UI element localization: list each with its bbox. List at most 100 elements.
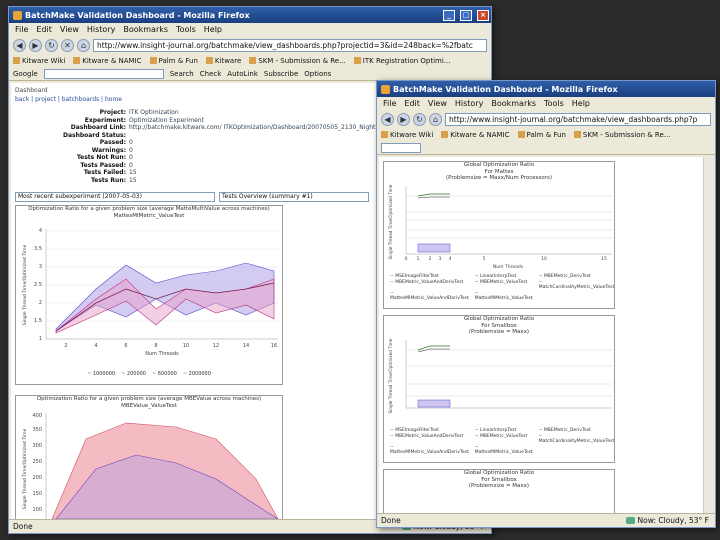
tests-overview-select[interactable]: Tests Overview (summary #1) xyxy=(219,192,369,202)
menu-bookmarks[interactable]: Bookmarks xyxy=(491,99,536,108)
chart-title: Optimization Ratio for a given problem s… xyxy=(28,206,270,212)
bookmark-item[interactable]: SKM - Submission & Re... xyxy=(249,57,346,65)
legend-item: MBEMetric_ValueAndDerivTest xyxy=(390,280,469,290)
menu-edit[interactable]: Edit xyxy=(404,99,420,108)
x-tick: 6 xyxy=(124,343,127,349)
series-line xyxy=(417,193,450,196)
info-value: ITK Optimization xyxy=(129,109,179,116)
menu-view[interactable]: View xyxy=(60,25,79,34)
series-area xyxy=(417,399,451,407)
google-search-input[interactable] xyxy=(381,142,421,153)
home-icon[interactable]: ⌂ xyxy=(429,112,442,126)
home-icon[interactable]: ⌂ xyxy=(77,38,90,52)
weather-status: Now: Cloudy, 53° F xyxy=(626,516,715,525)
info-key: Experiment: xyxy=(84,116,126,124)
stop-icon[interactable]: ✕ xyxy=(61,38,74,52)
bookmark-item[interactable]: SKM - Submission & Re... xyxy=(574,131,671,139)
info-key: Tests Passed: xyxy=(80,161,126,169)
menu-tools[interactable]: Tools xyxy=(176,25,196,34)
y-axis-label: Single Thread Time/Optimized Time xyxy=(22,429,28,510)
x-tick: 15 xyxy=(601,256,607,262)
menu-bar: File Edit View History Bookmarks Tools H… xyxy=(9,23,491,36)
chart-plot: 400 350 300 250 200 150 100 Single Threa… xyxy=(22,413,279,519)
legend-item: MBEMetric_ValueTest xyxy=(475,280,533,290)
x-tick: 2 xyxy=(429,256,432,262)
menu-view[interactable]: View xyxy=(428,99,447,108)
bookmark-item[interactable]: Palm & Fun xyxy=(518,131,566,139)
subscribe-button[interactable]: Subscribe xyxy=(264,70,298,78)
nav-toolbar: ◀ ▶ ↻ ✕ ⌂ http://www.insight-journal.org… xyxy=(9,36,491,54)
title-bar: BatchMake Validation Dashboard - Mozilla… xyxy=(9,7,491,23)
menu-file[interactable]: File xyxy=(15,25,28,34)
back-icon[interactable]: ◀ xyxy=(13,38,26,52)
y-tick: 300 xyxy=(32,443,42,449)
x-tick: 14 xyxy=(243,343,249,349)
address-bar[interactable]: http://www.insight-journal.org/batchmake… xyxy=(445,112,711,126)
chart-global-mattes: Global Optimization Ratio For Mattes (Pr… xyxy=(383,161,615,309)
info-key: Tests Failed: xyxy=(83,169,126,176)
x-tick: 0 xyxy=(405,256,408,262)
y-tick: 1 xyxy=(39,336,42,342)
menu-tools[interactable]: Tools xyxy=(544,99,564,108)
bookmark-item[interactable]: Kitware & NAMIC xyxy=(441,131,509,139)
maximize-button[interactable]: □ xyxy=(460,9,472,21)
bookmark-item[interactable]: ITK Registration Optimi... xyxy=(354,57,451,65)
legend-item: MattesMIMetric_ValueAndDerivTest xyxy=(390,445,469,455)
bookmarks-toolbar: Kitware Wiki Kitware & NAMIC Palm & Fun … xyxy=(9,54,491,67)
reload-icon[interactable]: ↻ xyxy=(413,112,426,126)
info-value: Optimization Experiment xyxy=(129,116,204,124)
x-axis-label: Num Threads xyxy=(145,351,179,357)
bookmark-item[interactable]: Palm & Fun xyxy=(150,57,198,65)
legend-item: 2000000 xyxy=(183,371,211,377)
menu-history[interactable]: History xyxy=(87,25,115,34)
minimize-button[interactable]: _ xyxy=(443,9,455,21)
menu-help[interactable]: Help xyxy=(572,99,590,108)
window-title: BatchMake Validation Dashboard - Mozilla… xyxy=(393,84,618,94)
legend-item: 200000 xyxy=(121,371,146,377)
address-bar[interactable]: http://www.insight-journal.org/batchmake… xyxy=(93,38,487,52)
legend-item: MBEMetric_DerivTest xyxy=(539,274,615,279)
x-tick: 3 xyxy=(439,256,442,262)
legend-item: 600000 xyxy=(152,371,177,377)
chart-plot: 1 1.5 2 2.5 3 3.5 4 2 4 6 8 10 12 14 16 xyxy=(22,228,278,357)
google-search-input[interactable] xyxy=(43,68,164,79)
series-line xyxy=(417,348,450,352)
y-tick: 250 xyxy=(32,459,42,465)
legend-item: MBEMetric_ValueAndDerivTest xyxy=(390,434,469,444)
y-tick: 200 xyxy=(32,475,42,481)
autolink-button[interactable]: AutoLink xyxy=(227,70,258,78)
menu-file[interactable]: File xyxy=(383,99,396,108)
bookmark-item[interactable]: Kitware Wiki xyxy=(13,57,65,65)
y-axis-label: Single Thread Time/Optimized Time xyxy=(388,184,393,259)
status-text: Done xyxy=(13,522,33,531)
back-icon[interactable]: ◀ xyxy=(381,112,394,126)
bookmark-item[interactable]: Kitware & NAMIC xyxy=(73,57,141,65)
menu-bookmarks[interactable]: Bookmarks xyxy=(123,25,168,34)
reload-icon[interactable]: ↻ xyxy=(45,38,58,52)
firefox-icon xyxy=(381,84,390,94)
subexperiment-select[interactable]: Most recent subexperiment (2007-05-03) xyxy=(15,192,215,202)
menu-edit[interactable]: Edit xyxy=(36,25,52,34)
menu-history[interactable]: History xyxy=(455,99,483,108)
bookmark-item[interactable]: Kitware xyxy=(206,57,241,65)
info-key: Warnings: xyxy=(91,146,126,154)
legend-item: MattesMIMetric_ValueTest xyxy=(475,291,533,301)
info-key: Tests Run: xyxy=(90,176,126,184)
x-tick: 5 xyxy=(483,256,486,262)
menu-bar: File Edit View History Bookmarks Tools H… xyxy=(377,97,715,110)
menu-help[interactable]: Help xyxy=(204,25,222,34)
series-area xyxy=(417,243,451,252)
legend-item: 1000000 xyxy=(87,371,115,377)
close-button[interactable]: × xyxy=(477,9,489,21)
forward-icon[interactable]: ▶ xyxy=(29,38,42,52)
info-value: 0 xyxy=(129,146,133,154)
y-tick: 4 xyxy=(39,228,42,234)
options-button[interactable]: Options xyxy=(304,70,331,78)
forward-icon[interactable]: ▶ xyxy=(397,112,410,126)
check-button[interactable]: Check xyxy=(200,70,222,78)
bookmark-item[interactable]: Kitware Wiki xyxy=(381,131,433,139)
vertical-scrollbar[interactable] xyxy=(703,157,713,513)
y-tick: 3.5 xyxy=(34,246,42,252)
google-search-button[interactable]: Search xyxy=(170,70,194,78)
chart-legend: 1000000 200000 600000 2000000 xyxy=(16,371,282,377)
